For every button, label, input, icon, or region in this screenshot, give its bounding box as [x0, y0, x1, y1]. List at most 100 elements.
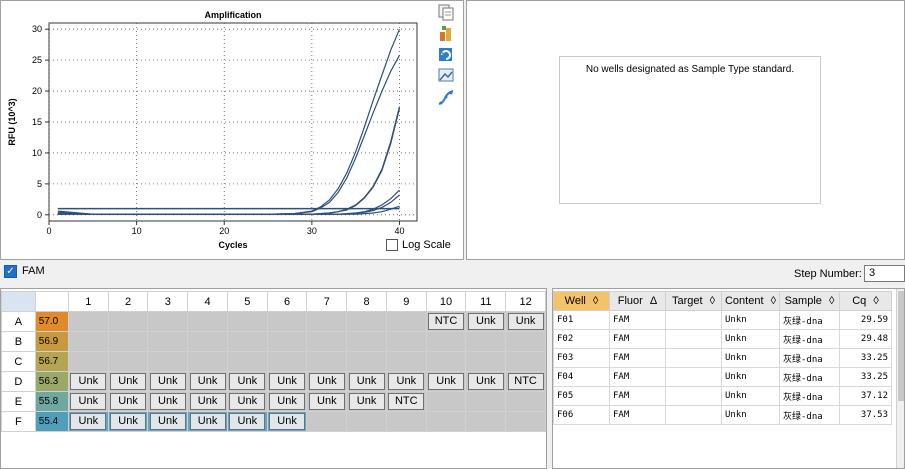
well-type-label[interactable]: Unk — [269, 393, 306, 410]
plate-well[interactable]: Unk — [107, 411, 149, 432]
plate-well[interactable] — [346, 411, 387, 432]
plate-well[interactable] — [306, 351, 348, 372]
well-type-label[interactable]: Unk — [189, 413, 226, 430]
plate-well[interactable] — [346, 351, 387, 372]
well-type-label[interactable]: NTC — [388, 393, 425, 410]
results-row[interactable]: F01 FAM Unkn 灰绿-dna 29.59 — [553, 310, 892, 330]
results-row[interactable]: F04 FAM Unkn 灰绿-dna 33.25 — [553, 367, 892, 387]
plate-well[interactable] — [385, 351, 427, 372]
plate-row-header[interactable]: C — [1, 351, 36, 372]
plate-well[interactable] — [107, 311, 149, 332]
sort-icon[interactable]: Δ — [647, 295, 657, 307]
plate-well[interactable]: NTC — [385, 391, 427, 412]
well-type-label[interactable]: Unk — [149, 393, 186, 410]
well-type-label[interactable]: Unk — [348, 393, 385, 410]
plate-well[interactable]: Unk — [505, 311, 546, 332]
plate-row-header[interactable]: F — [1, 411, 36, 432]
results-row[interactable]: F02 FAM Unkn 灰绿-dna 29.48 — [553, 329, 892, 349]
well-type-label[interactable]: Unk — [428, 373, 465, 390]
plate-well[interactable] — [226, 311, 268, 332]
plate-column-header[interactable]: 12 — [505, 291, 546, 312]
plate-row-header[interactable]: A — [1, 311, 36, 332]
plate-well[interactable]: Unk — [425, 371, 467, 392]
plate-well[interactable] — [505, 411, 546, 432]
plate-well[interactable] — [425, 331, 467, 352]
well-type-label[interactable]: Unk — [348, 373, 385, 390]
plate-well[interactable] — [147, 331, 189, 352]
plate-well[interactable]: Unk — [306, 371, 348, 392]
well-type-label[interactable]: Unk — [229, 413, 266, 430]
plate-well[interactable]: Unk — [266, 391, 308, 412]
plate-column-header[interactable]: 8 — [346, 291, 387, 312]
well-type-label[interactable]: Unk — [507, 313, 544, 330]
plate-well[interactable]: Unk — [187, 371, 228, 392]
well-type-label[interactable]: Unk — [467, 313, 504, 330]
plate-well[interactable]: NTC — [425, 311, 467, 332]
results-row[interactable]: F05 FAM Unkn 灰绿-dna 37.12 — [553, 386, 892, 406]
results-row[interactable]: F06 FAM Unkn 灰绿-dna 37.53 — [553, 405, 892, 425]
plate-well[interactable] — [266, 351, 308, 372]
plate-well[interactable]: Unk — [226, 391, 268, 412]
plate-column-header[interactable]: 9 — [385, 291, 427, 312]
plate-well[interactable] — [306, 411, 348, 432]
well-type-label[interactable]: Unk — [229, 373, 266, 390]
plate-well[interactable]: Unk — [306, 391, 348, 412]
plate-well[interactable] — [346, 311, 387, 332]
plate-column-header[interactable]: 5 — [226, 291, 268, 312]
plate-well[interactable] — [306, 331, 348, 352]
plate-well[interactable] — [425, 351, 467, 372]
plate-well[interactable]: Unk — [465, 371, 507, 392]
plate-well[interactable] — [425, 411, 467, 432]
plate-column-header[interactable]: 3 — [147, 291, 189, 312]
well-type-label[interactable]: Unk — [110, 413, 147, 430]
plate-well[interactable] — [465, 331, 507, 352]
plate-well[interactable] — [306, 311, 348, 332]
copy-icon[interactable] — [437, 4, 455, 21]
plate-well[interactable]: Unk — [107, 391, 149, 412]
plate-well[interactable]: Unk — [67, 411, 109, 432]
amplification-chart[interactable]: Amplification 0 5 10 15 20 25 30 0 10 20 30 40 Cycles… — [1, 1, 465, 261]
plate-well[interactable]: Unk — [266, 411, 308, 432]
plate-well[interactable] — [67, 331, 109, 352]
sort-icon[interactable]: ◊ — [826, 295, 834, 307]
sort-icon[interactable]: ◊ — [870, 295, 878, 307]
plate-well[interactable] — [385, 411, 427, 432]
well-type-label[interactable]: Unk — [70, 393, 107, 410]
plate-well[interactable] — [187, 331, 228, 352]
results-column-target[interactable]: Target ◊ — [665, 291, 722, 311]
plate-well[interactable] — [187, 351, 228, 372]
results-column-fluor[interactable]: Fluor Δ — [609, 291, 666, 311]
plate-well[interactable]: Unk — [187, 411, 228, 432]
plate-well[interactable]: Unk — [107, 371, 149, 392]
plate-well[interactable] — [226, 331, 268, 352]
plate-well[interactable] — [67, 351, 109, 372]
results-column-content[interactable]: Content ◊ — [721, 291, 780, 311]
plate-well[interactable]: Unk — [147, 371, 189, 392]
plate-well[interactable] — [107, 331, 149, 352]
well-type-label[interactable]: Unk — [110, 373, 147, 390]
curve-fit-icon[interactable] — [437, 89, 455, 106]
plate-well[interactable] — [147, 311, 189, 332]
plate-well[interactable]: Unk — [266, 371, 308, 392]
plate-well[interactable] — [385, 331, 427, 352]
well-type-label[interactable]: Unk — [189, 373, 226, 390]
plate-column-header[interactable]: 2 — [107, 291, 149, 312]
well-type-label[interactable]: Unk — [149, 373, 186, 390]
plate-well[interactable] — [505, 331, 546, 352]
well-type-label[interactable]: Unk — [110, 393, 147, 410]
results-column-well[interactable]: Well ◊ — [553, 291, 610, 311]
plate-well[interactable] — [147, 351, 189, 372]
plate-well[interactable]: Unk — [147, 411, 189, 432]
well-type-label[interactable]: Unk — [388, 373, 425, 390]
plate-well[interactable]: Unk — [385, 371, 427, 392]
well-type-label[interactable]: Unk — [269, 413, 306, 430]
plate-well[interactable] — [505, 391, 546, 412]
well-type-label[interactable]: Unk — [308, 373, 345, 390]
plate-column-header[interactable]: 7 — [306, 291, 348, 312]
plate-well[interactable]: Unk — [67, 391, 109, 412]
results-column-cq[interactable]: Cq ◊ — [839, 291, 892, 311]
plate-row-header[interactable]: B — [1, 331, 36, 352]
well-type-label[interactable]: Unk — [70, 373, 107, 390]
plate-well[interactable]: Unk — [226, 411, 268, 432]
well-type-label[interactable]: Unk — [308, 393, 345, 410]
